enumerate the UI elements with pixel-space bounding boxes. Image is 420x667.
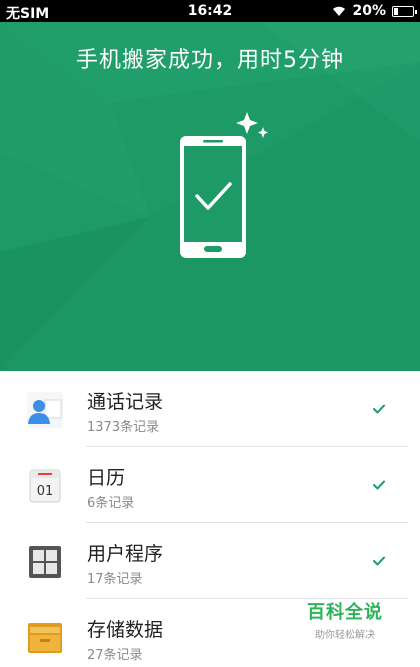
item-count: 27条记录 — [87, 648, 143, 663]
battery-percent: 20% — [352, 3, 386, 19]
storage-folder-icon — [28, 623, 62, 653]
apps-grid-icon — [29, 546, 61, 578]
check-icon — [373, 556, 385, 566]
success-banner: 手机搬家成功，用时5分钟 — [0, 22, 420, 371]
list-item-call-log[interactable]: 通话记录 1373条记录 — [0, 371, 420, 447]
watermark-title: 百科全说 — [307, 602, 383, 623]
watermark-subtitle: 助你轻松解决 — [315, 630, 375, 641]
item-title: 日历 — [87, 467, 126, 489]
call-log-icon — [27, 392, 63, 428]
watermark-logo: 百科全说 助你轻松解决 — [300, 598, 390, 641]
item-title: 存储数据 — [87, 619, 164, 641]
calendar-icon: 01 — [29, 469, 61, 503]
wifi-icon — [333, 6, 346, 16]
item-title: 用户程序 — [87, 543, 164, 565]
list-item-calendar[interactable]: 01 日历 6条记录 — [0, 447, 420, 523]
check-icon — [373, 404, 385, 414]
item-title: 通话记录 — [87, 391, 164, 413]
battery-icon — [392, 5, 417, 17]
item-count: 6条记录 — [87, 496, 135, 511]
item-count: 1373条记录 — [87, 420, 160, 435]
status-right: 20% — [332, 3, 417, 19]
calendar-day: 01 — [37, 484, 54, 499]
list-item-user-apps[interactable]: 用户程序 17条记录 — [0, 523, 420, 599]
sparkle-icon — [236, 112, 258, 134]
item-count: 17条记录 — [87, 572, 143, 587]
success-title: 手机搬家成功，用时5分钟 — [76, 48, 344, 73]
check-icon — [373, 480, 385, 490]
phone-success-icon — [180, 112, 268, 258]
status-bar: 无SIM 16:42 20% — [0, 0, 420, 22]
